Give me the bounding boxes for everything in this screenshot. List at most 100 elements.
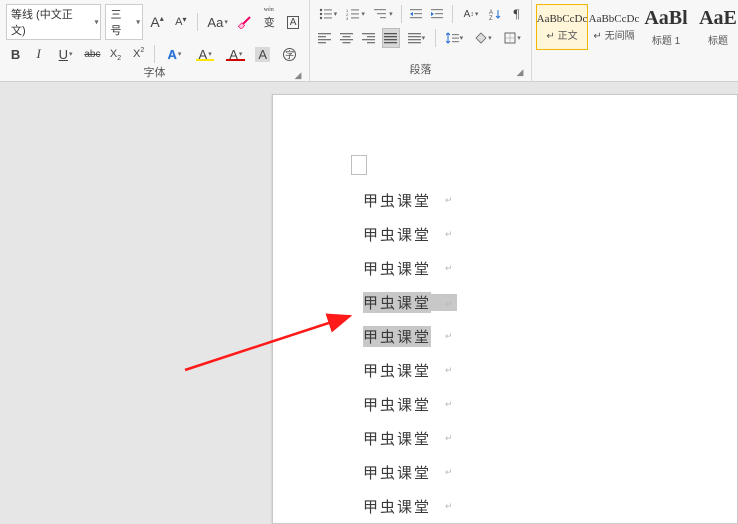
line-text: 甲虫课堂 (363, 224, 431, 245)
text-effects-button[interactable]: A▾ (161, 44, 188, 64)
document-line[interactable]: 甲虫课堂 ↵ (363, 319, 457, 353)
align-justify-button[interactable] (382, 28, 400, 48)
style-name: ↵ 正文 (546, 27, 577, 42)
show-marks-button[interactable]: ¶ (508, 4, 525, 24)
svg-text:Z: Z (489, 16, 493, 20)
style-preview: AaE (699, 7, 737, 30)
multilevel-button[interactable]: ▾ (372, 4, 396, 24)
grow-font-button[interactable]: A▴ (147, 12, 167, 32)
line-text: 甲虫课堂 (363, 258, 431, 279)
paragraph-mark-icon: ↵ (445, 263, 455, 274)
line-text: 甲虫课堂 (363, 326, 431, 347)
document-page[interactable]: 甲虫课堂 ↵ 甲虫课堂 ↵ 甲虫课堂 ↵ 甲虫课堂 ↵ 甲虫课堂 ↵ 甲虫课堂 ↵ 甲虫课堂 ↵ 甲虫课堂 ↵… (272, 94, 738, 524)
paragraph-dialog-launcher[interactable]: ◢ (515, 67, 525, 77)
font-size-select[interactable]: 三号 ▾ (105, 4, 143, 40)
document-lines: 甲虫课堂 ↵ 甲虫课堂 ↵ 甲虫课堂 ↵ 甲虫课堂 ↵ 甲虫课堂 ↵ 甲虫课堂 ↵ 甲虫课堂 ↵ 甲虫课堂 ↵… (363, 183, 457, 524)
style-tile-2[interactable]: AaBl 标题 1 (640, 4, 692, 50)
paragraph-group-label: 段落 ◢ (316, 61, 525, 79)
line-text: 甲虫课堂 (363, 292, 431, 313)
char-border-button[interactable]: A (283, 12, 303, 32)
separator (452, 5, 453, 23)
change-case-button[interactable]: Aa▾ (204, 12, 232, 32)
separator (154, 45, 155, 63)
document-line[interactable]: 甲虫课堂 ↵ (363, 489, 457, 523)
line-text: 甲虫课堂 (363, 190, 431, 211)
font-dialog-launcher[interactable]: ◢ (293, 70, 303, 80)
document-line[interactable]: 甲虫课堂 ↵ (363, 285, 457, 319)
paragraph-mark-icon: ↵ (445, 229, 455, 240)
ribbon: 等线 (中文正文) ▾ 三号 ▾ A▴ A▾ Aa▾ 变wén A (0, 0, 738, 82)
document-line[interactable]: 甲虫课堂 ↵ (363, 183, 457, 217)
font-size-value: 三号 (105, 4, 143, 40)
paragraph-mark-icon: ↵ (445, 399, 455, 410)
style-name: 标题 (708, 32, 728, 47)
char-shading-button[interactable]: A (253, 44, 272, 64)
line-text: 甲虫课堂 (363, 394, 431, 415)
paragraph-group-label-text: 段落 (410, 64, 432, 76)
underline-button[interactable]: U▾ (52, 44, 79, 64)
phonetic-guide-button[interactable]: 变wén (259, 12, 279, 32)
indent-decrease-button[interactable] (408, 4, 425, 24)
style-name: ↵ 无间隔 (593, 27, 634, 42)
align-right-button[interactable] (360, 28, 378, 48)
document-line[interactable]: 甲虫课堂 ↵ (363, 455, 457, 489)
superscript-button[interactable]: X2 (129, 44, 148, 64)
bold-button[interactable]: B (6, 44, 25, 64)
font-group-label-text: 字体 (144, 67, 166, 79)
separator (197, 13, 198, 31)
paragraph-mark-icon: ↵ (445, 195, 455, 206)
workspace: 甲虫课堂 ↵ 甲虫课堂 ↵ 甲虫课堂 ↵ 甲虫课堂 ↵ 甲虫课堂 ↵ 甲虫课堂 ↵ 甲虫课堂 ↵ 甲虫课堂 ↵… (0, 82, 738, 524)
style-tile-0[interactable]: AaBbCcDc ↵ 正文 (536, 4, 588, 50)
paragraph-group: ▾ 123▾ ▾ A↕▾ AZ ¶ ▾ ▾ ▾ ▾ (310, 0, 532, 81)
paragraph-mark-icon: ↵ (445, 433, 455, 444)
style-tile-3[interactable]: AaE 标题 (692, 4, 738, 50)
line-text: 甲虫课堂 (363, 496, 431, 517)
paragraph-mark-icon: ↵ (445, 501, 455, 512)
highlight-button[interactable]: A ▾ (192, 44, 219, 64)
font-name-value: 等线 (中文正文) (6, 4, 101, 40)
numbering-button[interactable]: 123▾ (344, 4, 368, 24)
font-group-label: 字体 ◢ (6, 64, 303, 82)
document-line[interactable]: 甲虫课堂 ↵ (363, 353, 457, 387)
line-spacing-button[interactable]: ▾ (442, 28, 467, 48)
sort-button[interactable]: AZ (487, 4, 504, 24)
line-text: 甲虫课堂 (363, 360, 431, 381)
style-preview: AaBl (644, 7, 687, 30)
style-preview: AaBbCcDc (589, 13, 640, 25)
separator (435, 29, 436, 47)
font-group: 等线 (中文正文) ▾ 三号 ▾ A▴ A▾ Aa▾ 变wén A (0, 0, 310, 81)
enclose-char-button[interactable]: 字 (276, 44, 303, 64)
line-text: 甲虫课堂 (363, 428, 431, 449)
document-line[interactable]: 甲虫课堂 ↵ (363, 217, 457, 251)
shrink-font-button[interactable]: A▾ (171, 12, 191, 32)
styles-group: AaBbCcDc ↵ 正文 AaBbCcDc ↵ 无间隔 AaBl 标题 1 AaE 标题 (532, 0, 738, 81)
bullets-button[interactable]: ▾ (316, 4, 340, 24)
align-left-button[interactable] (316, 28, 334, 48)
line-text: 甲虫课堂 (363, 462, 431, 483)
separator (401, 5, 402, 23)
paragraph-mark-icon: ↵ (445, 299, 455, 309)
cursor-indicator (351, 155, 367, 175)
paragraph-mark-icon: ↵ (445, 467, 455, 478)
paragraph-mark-icon: ↵ (445, 331, 455, 342)
document-line[interactable]: 甲虫课堂 ↵ (363, 251, 457, 285)
italic-button[interactable]: I (29, 44, 48, 64)
borders-button[interactable]: ▾ (500, 28, 525, 48)
document-line[interactable]: 甲虫课堂 ↵ (363, 387, 457, 421)
indent-increase-button[interactable] (429, 4, 446, 24)
clear-format-button[interactable] (236, 12, 256, 32)
strike-button[interactable]: abc (83, 44, 102, 64)
subscript-button[interactable]: X2 (106, 44, 125, 64)
paragraph-mark-icon: ↵ (445, 365, 455, 376)
svg-text:3: 3 (346, 16, 349, 20)
text-direction-button[interactable]: A↕▾ (459, 4, 483, 24)
shading-button[interactable]: ▾ (471, 28, 496, 48)
align-center-button[interactable] (338, 28, 356, 48)
font-name-select[interactable]: 等线 (中文正文) ▾ (6, 4, 101, 40)
document-line[interactable]: 甲虫课堂 ↵ (363, 421, 457, 455)
style-tile-1[interactable]: AaBbCcDc ↵ 无间隔 (588, 4, 640, 50)
align-distribute-button[interactable]: ▾ (404, 28, 429, 48)
style-preview: AaBbCcDc (537, 13, 588, 25)
font-color-button[interactable]: A▾ (222, 44, 249, 64)
style-name: 标题 1 (652, 32, 680, 47)
